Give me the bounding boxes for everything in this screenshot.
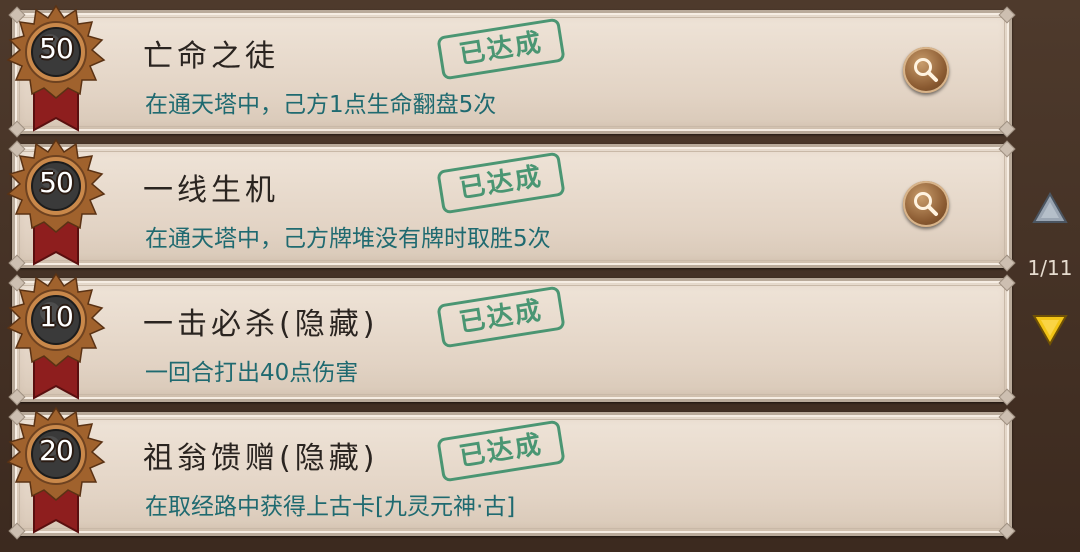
achievement-card: 亡命之徒 在通天塔中，己方1点生命翻盘5次 已达成	[8, 6, 1016, 138]
laurel-medal-icon	[6, 138, 106, 266]
pagination-control: 1/11	[1020, 190, 1080, 360]
laurel-medal-icon	[6, 406, 106, 534]
achievement-description: 在取经路中获得上古卡[九灵元神·古]	[145, 494, 516, 520]
achievement-description: 在通天塔中，己方牌堆没有牌时取胜5次	[145, 226, 551, 252]
achievement-title: 一击必杀(隐藏)	[143, 307, 379, 342]
achievement-card: 祖翁馈赠(隐藏) 在取经路中获得上古卡[九灵元神·古] 已达成	[8, 408, 1016, 540]
page-up-button[interactable]	[1032, 190, 1068, 226]
stamp-text: 已达成	[457, 161, 545, 205]
badge-points: 50	[39, 32, 74, 65]
completed-stamp: 已达成	[436, 17, 566, 81]
points-badge: 10	[4, 270, 108, 400]
magnifier-icon	[914, 58, 938, 82]
points-badge: 50	[4, 2, 108, 132]
achievement-description: 在通天塔中，己方1点生命翻盘5次	[145, 92, 497, 118]
page-indicator: 1/11	[1027, 256, 1073, 280]
completed-stamp: 已达成	[436, 285, 566, 349]
achievement-panel: 亡命之徒 在通天塔中，己方1点生命翻盘5次 已达成 一线生机 在通天塔中，己方牌…	[0, 0, 1080, 552]
badge-points: 50	[39, 166, 74, 199]
achievement-description: 一回合打出40点伤害	[145, 360, 359, 386]
stamp-text: 已达成	[457, 27, 545, 71]
stamp-text: 已达成	[457, 295, 545, 339]
stamp-text: 已达成	[457, 429, 545, 473]
achievement-card: 一线生机 在通天塔中，己方牌堆没有牌时取胜5次 已达成	[8, 140, 1016, 272]
achievement-title: 一线生机	[143, 173, 279, 208]
completed-stamp: 已达成	[436, 151, 566, 215]
laurel-medal-icon	[6, 272, 106, 400]
search-button[interactable]	[903, 47, 949, 93]
triangle-up-icon	[1032, 191, 1068, 223]
laurel-medal-icon	[6, 4, 106, 132]
achievement-title: 亡命之徒	[143, 39, 279, 74]
triangle-down-icon	[1032, 315, 1068, 347]
badge-points: 10	[39, 300, 74, 333]
achievement-card: 一击必杀(隐藏) 一回合打出40点伤害 已达成	[8, 274, 1016, 406]
points-badge: 20	[4, 404, 108, 534]
page-down-button[interactable]	[1032, 312, 1068, 348]
completed-stamp: 已达成	[436, 419, 566, 483]
achievement-title: 祖翁馈赠(隐藏)	[143, 441, 379, 476]
search-button[interactable]	[903, 181, 949, 227]
points-badge: 50	[4, 136, 108, 266]
magnifier-icon	[914, 192, 938, 216]
badge-points: 20	[39, 434, 74, 467]
